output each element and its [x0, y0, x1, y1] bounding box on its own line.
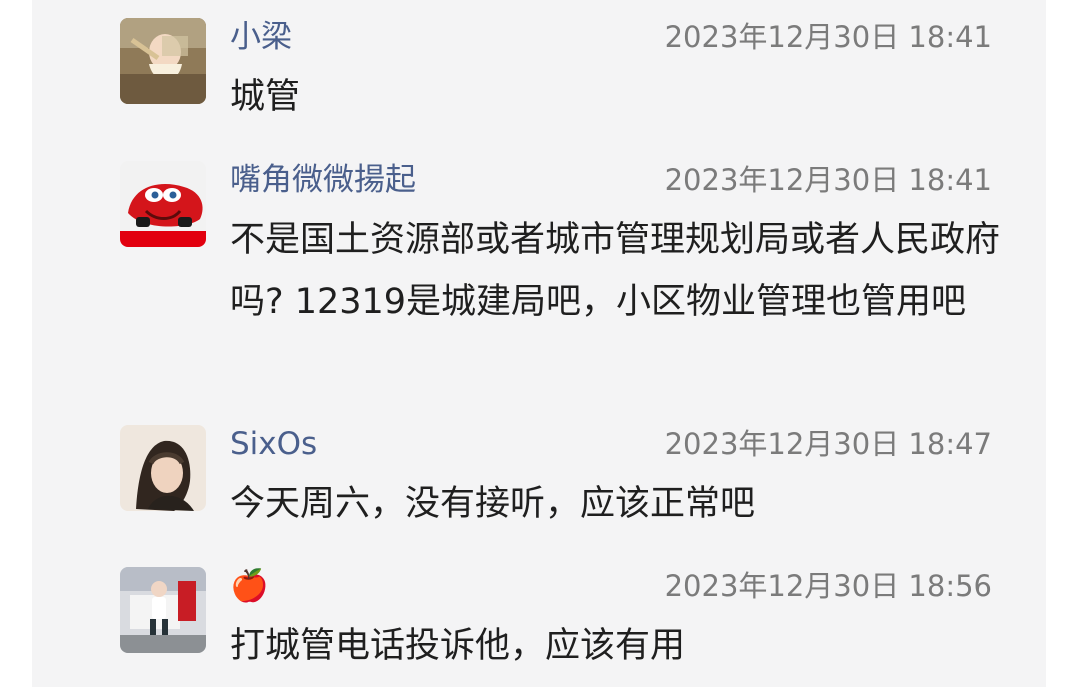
sender-name[interactable]: 🍎 [230, 567, 269, 605]
avatar-image [120, 425, 206, 511]
message-text: 不是国土资源部或者城市管理规划局或者人民政府吗? 12319是城建局吧，小区物业… [230, 220, 1001, 322]
message-text: 今天周六，没有接听，应该正常吧 [230, 484, 756, 524]
message-text: 打城管电话投诉他，应该有用 [230, 626, 686, 666]
chat-panel: 小梁 2023年12月30日 18:41 城管 嘴角微微揚起 2023年12月3… [32, 0, 1046, 687]
message-text: 城管 [230, 77, 301, 117]
avatar[interactable] [120, 161, 206, 247]
apple-icon: 🍎 [230, 568, 269, 604]
sender-name[interactable]: 嘴角微微揚起 [230, 161, 416, 199]
sender-name[interactable]: 小梁 [230, 18, 292, 56]
message-time: 2023年12月30日 18:56 [664, 569, 992, 603]
message-time: 2023年12月30日 18:47 [664, 427, 992, 461]
avatar[interactable] [120, 18, 206, 104]
avatar[interactable] [120, 567, 206, 653]
avatar-image [120, 161, 206, 247]
sender-name[interactable]: SixOs [230, 425, 317, 463]
avatar-image [120, 18, 206, 104]
avatar-image [120, 567, 206, 653]
message-time: 2023年12月30日 18:41 [664, 163, 992, 197]
avatar[interactable] [120, 425, 206, 511]
message-time: 2023年12月30日 18:41 [664, 20, 992, 54]
